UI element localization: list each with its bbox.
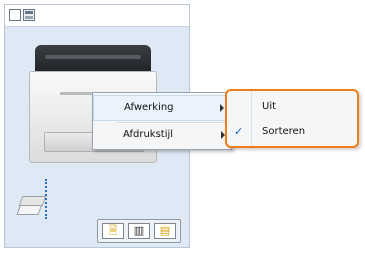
- submenu-item-uit[interactable]: Uit: [230, 96, 354, 118]
- layout-toolbar: 🗎 ▥ ▤: [97, 219, 181, 243]
- submenu-afwerking: Uit ✓ Sorteren: [225, 89, 359, 148]
- menu-item-label: Afwerking: [124, 102, 174, 113]
- submenu-item-label: Sorteren: [262, 126, 306, 137]
- book-icon[interactable]: ▤: [154, 223, 176, 239]
- chevron-right-icon: [220, 104, 224, 112]
- window-icon[interactable]: [9, 9, 21, 21]
- menu-item-label: Afdrukstijl: [123, 129, 174, 140]
- page-icon[interactable]: 🗎: [102, 223, 124, 239]
- paper-path-indicator: [45, 179, 47, 219]
- submenu-item-sorteren[interactable]: ✓ Sorteren: [230, 121, 354, 143]
- context-menu: Afwerking Afdrukstijl: [92, 92, 232, 150]
- printer-top: [35, 45, 151, 73]
- menu-item-afwerking[interactable]: Afwerking: [93, 95, 231, 121]
- panel-toolbar: [5, 5, 189, 27]
- layout-icon[interactable]: [23, 9, 35, 21]
- menu-item-afdrukstijl[interactable]: Afdrukstijl: [93, 123, 231, 149]
- checkmark-icon: ✓: [234, 125, 244, 138]
- columns-icon[interactable]: ▥: [128, 223, 150, 239]
- submenu-item-label: Uit: [262, 101, 277, 112]
